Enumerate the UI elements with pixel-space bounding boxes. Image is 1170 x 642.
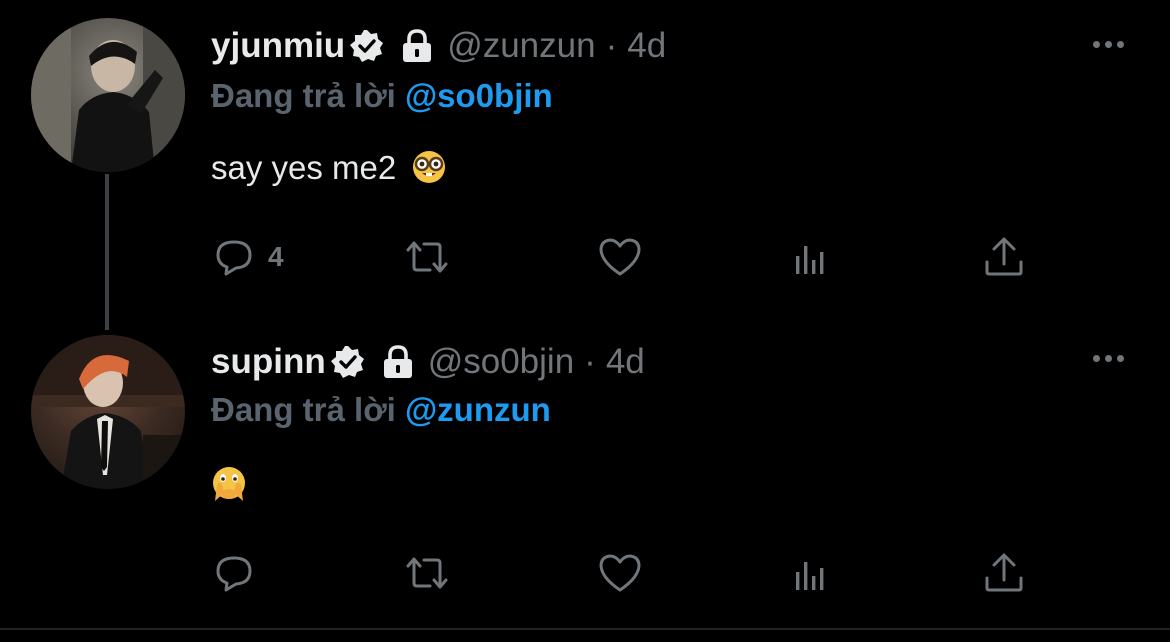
- timestamp[interactable]: 4d: [606, 342, 645, 382]
- views-button[interactable]: [789, 232, 835, 282]
- protected-lock-icon: [380, 344, 416, 380]
- tweet-header: supinn @so0bjin · 4d: [211, 342, 645, 382]
- more-options-icon[interactable]: [1088, 34, 1128, 54]
- face-with-open-eyes-and-hand-over-mouth-emoji: [211, 465, 247, 501]
- retweet-icon: [406, 557, 448, 589]
- more-options-icon[interactable]: [1088, 348, 1128, 368]
- display-name[interactable]: supinn: [211, 342, 326, 382]
- like-button[interactable]: [597, 232, 643, 282]
- replying-to-label: Đang trả lời: [211, 77, 396, 114]
- heart-icon: [599, 238, 641, 276]
- tweet[interactable]: yjunmiu @zunzun · 4d Đang trả lời @so0bj…: [0, 0, 1170, 330]
- share-icon: [985, 237, 1023, 276]
- mention-link[interactable]: @so0bjin: [405, 77, 553, 114]
- replying-to: Đang trả lời @so0bjin: [211, 76, 553, 116]
- retweet-icon: [406, 241, 448, 273]
- protected-lock-icon: [399, 28, 435, 64]
- tweet[interactable]: supinn @so0bjin · 4d Đang trả lời @zunzu…: [0, 320, 1170, 630]
- reply-button[interactable]: [212, 548, 258, 598]
- avatar[interactable]: [31, 335, 185, 489]
- verified-badge-icon: [349, 28, 385, 64]
- reply-icon: [216, 240, 252, 276]
- reply-count: 4: [268, 241, 284, 272]
- reply-icon: [216, 556, 252, 592]
- tweet-text: [211, 464, 247, 504]
- separator-dot: ·: [584, 342, 596, 381]
- share-button[interactable]: [981, 232, 1027, 282]
- avatar[interactable]: [31, 18, 185, 172]
- heart-icon: [599, 554, 641, 592]
- like-button[interactable]: [597, 548, 643, 598]
- analytics-icon: [796, 562, 824, 590]
- divider: [0, 628, 1170, 630]
- reply-button[interactable]: 4: [212, 232, 284, 282]
- verified-badge-icon: [330, 344, 366, 380]
- separator-dot: ·: [605, 26, 618, 65]
- analytics-icon: [796, 246, 824, 274]
- tweet-actions: [0, 548, 1170, 598]
- display-name[interactable]: yjunmiu: [211, 26, 345, 66]
- replying-to-label: Đang trả lời: [211, 391, 396, 428]
- share-button[interactable]: [981, 548, 1027, 598]
- share-icon: [985, 553, 1023, 592]
- tweet-body: say yes me2: [211, 149, 397, 186]
- tweet-actions: 4: [0, 232, 1170, 282]
- handle[interactable]: @so0bjin: [428, 342, 574, 382]
- replying-to: Đang trả lời @zunzun: [211, 390, 551, 430]
- retweet-button[interactable]: [404, 232, 450, 282]
- tweet-header: yjunmiu @zunzun · 4d: [211, 26, 666, 66]
- retweet-button[interactable]: [404, 548, 450, 598]
- handle[interactable]: @zunzun: [447, 26, 595, 66]
- tweet-text: say yes me2: [211, 148, 447, 188]
- nerd-face-emoji: [411, 149, 447, 185]
- views-button[interactable]: [789, 548, 835, 598]
- mention-link[interactable]: @zunzun: [405, 391, 551, 428]
- timestamp[interactable]: 4d: [627, 26, 666, 66]
